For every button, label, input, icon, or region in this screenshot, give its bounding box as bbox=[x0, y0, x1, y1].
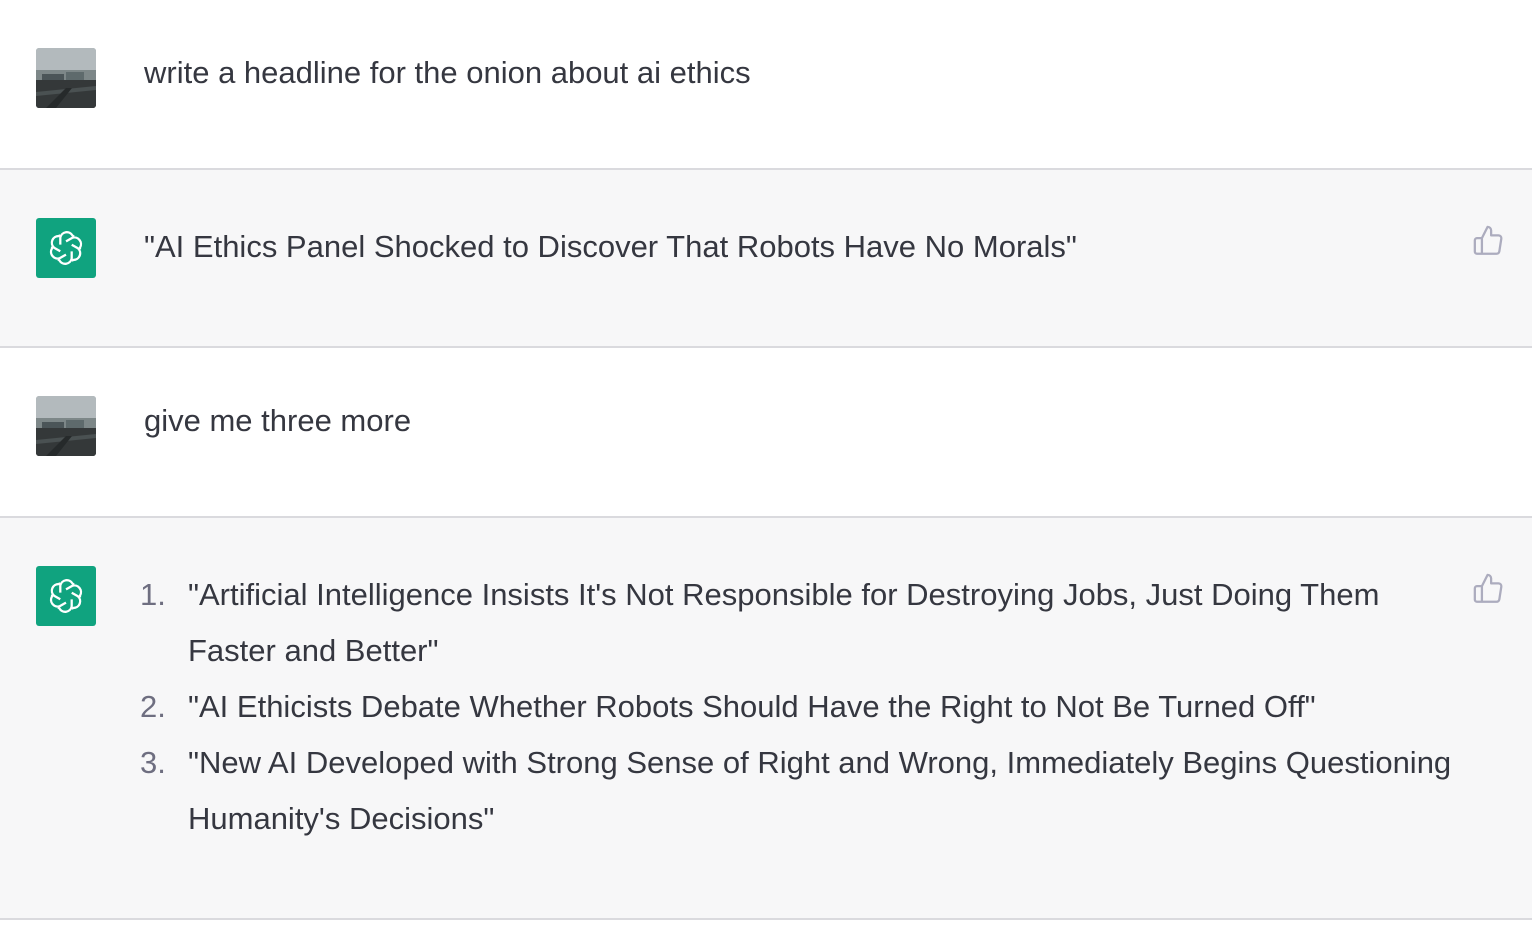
openai-logo-icon bbox=[49, 231, 83, 265]
list-number: 3. bbox=[140, 745, 166, 780]
user-message: give me three more bbox=[0, 348, 1532, 516]
message-text: give me three more bbox=[144, 403, 412, 438]
message-text: write a headline for the onion about ai … bbox=[144, 55, 751, 90]
list-item-text: "New AI Developed with Strong Sense of R… bbox=[188, 745, 1452, 836]
list-item: 3. "New AI Developed with Strong Sense o… bbox=[140, 735, 1458, 847]
assistant-avatar bbox=[36, 566, 96, 626]
assistant-message: "AI Ethics Panel Shocked to Discover Tha… bbox=[0, 170, 1532, 346]
list-item: 2. "AI Ethicists Debate Whether Robots S… bbox=[140, 679, 1458, 735]
thumbs-up-icon bbox=[1473, 225, 1503, 255]
list-item-text: "Artificial Intelligence Insists It's No… bbox=[188, 577, 1380, 668]
user-photo-avatar-icon bbox=[36, 396, 96, 456]
list-number: 1. bbox=[140, 577, 166, 612]
thumbs-up-icon bbox=[1473, 573, 1503, 603]
conversation: write a headline for the onion about ai … bbox=[0, 0, 1532, 928]
user-message: write a headline for the onion about ai … bbox=[0, 0, 1532, 168]
list-item: 1. "Artificial Intelligence Insists It's… bbox=[140, 567, 1458, 679]
headline-list: 1. "Artificial Intelligence Insists It's… bbox=[140, 567, 1458, 847]
thumbs-up-button[interactable] bbox=[1472, 224, 1506, 258]
assistant-message: 1. "Artificial Intelligence Insists It's… bbox=[0, 518, 1532, 918]
thumbs-up-button[interactable] bbox=[1472, 572, 1506, 606]
user-avatar bbox=[36, 396, 96, 456]
message-text: "AI Ethics Panel Shocked to Discover Tha… bbox=[144, 229, 1077, 264]
list-item-text: "AI Ethicists Debate Whether Robots Shou… bbox=[188, 689, 1316, 724]
user-photo-avatar-icon bbox=[36, 48, 96, 108]
user-avatar bbox=[36, 48, 96, 108]
message-divider bbox=[0, 918, 1532, 920]
list-number: 2. bbox=[140, 689, 166, 724]
assistant-avatar bbox=[36, 218, 96, 278]
openai-logo-icon bbox=[49, 579, 83, 613]
